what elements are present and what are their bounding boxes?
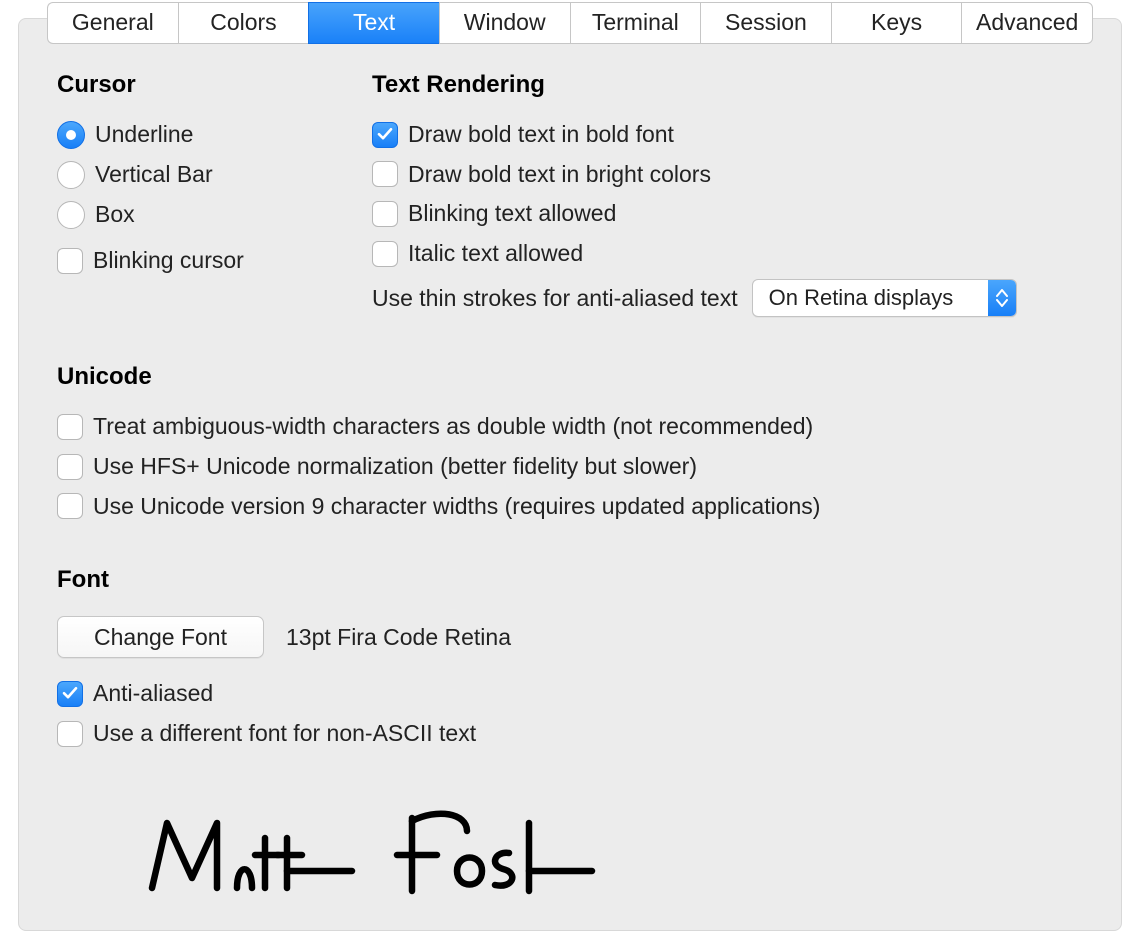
cursor-option-underline[interactable]: Underline	[57, 121, 372, 149]
tab-advanced[interactable]: Advanced	[961, 2, 1093, 44]
radio-icon	[57, 121, 85, 149]
checkbox-label: Treat ambiguous-width characters as doub…	[93, 413, 813, 441]
checkbox-label: Anti-aliased	[93, 680, 213, 708]
chevron-up-down-icon	[988, 280, 1016, 316]
text-rendering-heading: Text Rendering	[372, 71, 1083, 99]
preferences-panel: General Colors Text Window Terminal Sess…	[18, 18, 1122, 931]
tab-text[interactable]: Text	[308, 2, 439, 44]
blinking-cursor-checkbox[interactable]: Blinking cursor	[57, 247, 372, 275]
tab-general[interactable]: General	[47, 2, 178, 44]
checkbox-icon	[372, 122, 398, 148]
checkbox-icon	[57, 414, 83, 440]
tab-keys[interactable]: Keys	[831, 2, 962, 44]
blinking-cursor-label: Blinking cursor	[93, 247, 244, 275]
cursor-option-box[interactable]: Box	[57, 201, 372, 229]
radio-icon	[57, 161, 85, 189]
non-ascii-font-checkbox[interactable]: Use a different font for non-ASCII text	[57, 720, 1083, 748]
checkbox-label: Italic text allowed	[408, 240, 583, 268]
radio-icon	[57, 201, 85, 229]
anti-aliased-checkbox[interactable]: Anti-aliased	[57, 680, 1083, 708]
tab-window[interactable]: Window	[439, 2, 570, 44]
ambiguous-width-checkbox[interactable]: Treat ambiguous-width characters as doub…	[57, 413, 1083, 441]
current-font-label: 13pt Fira Code Retina	[286, 624, 511, 651]
checkbox-icon	[57, 681, 83, 707]
tab-terminal[interactable]: Terminal	[570, 2, 701, 44]
checkbox-label: Draw bold text in bold font	[408, 121, 674, 149]
checkbox-label: Use Unicode version 9 character widths (…	[93, 493, 820, 521]
blinking-text-checkbox[interactable]: Blinking text allowed	[372, 200, 1083, 228]
thin-strokes-select[interactable]: On Retina displays	[752, 279, 1017, 317]
checkbox-icon	[57, 493, 83, 519]
cursor-option-label: Box	[95, 201, 135, 229]
cursor-option-label: Vertical Bar	[95, 161, 213, 189]
font-heading: Font	[57, 566, 1083, 594]
bold-font-checkbox[interactable]: Draw bold text in bold font	[372, 121, 1083, 149]
thin-strokes-label: Use thin strokes for anti-aliased text	[372, 285, 738, 312]
cursor-option-vertical-bar[interactable]: Vertical Bar	[57, 161, 372, 189]
tab-session[interactable]: Session	[700, 2, 831, 44]
checkbox-icon	[372, 241, 398, 267]
tab-bar: General Colors Text Window Terminal Sess…	[47, 2, 1093, 44]
checkbox-icon	[372, 161, 398, 187]
cursor-option-label: Underline	[95, 121, 193, 149]
select-value: On Retina displays	[753, 280, 988, 316]
signature-image	[137, 793, 1083, 906]
cursor-heading: Cursor	[57, 71, 372, 99]
checkbox-icon	[57, 721, 83, 747]
unicode-heading: Unicode	[57, 363, 1083, 391]
checkbox-label: Draw bold text in bright colors	[408, 161, 711, 189]
checkbox-icon	[57, 248, 83, 274]
checkbox-label: Use a different font for non-ASCII text	[93, 720, 476, 748]
change-font-button[interactable]: Change Font	[57, 616, 264, 658]
hfs-normalization-checkbox[interactable]: Use HFS+ Unicode normalization (better f…	[57, 453, 1083, 481]
tab-content: Cursor Underline Vertical Bar Box	[19, 71, 1121, 906]
checkbox-icon	[372, 201, 398, 227]
tab-colors[interactable]: Colors	[178, 2, 309, 44]
checkbox-label: Blinking text allowed	[408, 200, 616, 228]
unicode9-widths-checkbox[interactable]: Use Unicode version 9 character widths (…	[57, 493, 1083, 521]
bright-colors-checkbox[interactable]: Draw bold text in bright colors	[372, 161, 1083, 189]
checkbox-label: Use HFS+ Unicode normalization (better f…	[93, 453, 697, 481]
checkbox-icon	[57, 454, 83, 480]
italic-text-checkbox[interactable]: Italic text allowed	[372, 240, 1083, 268]
